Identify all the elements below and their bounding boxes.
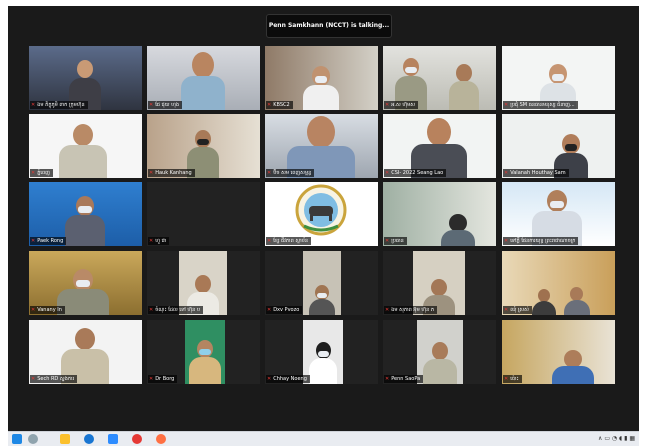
video-tile[interactable]: ✕ ប៊ិច សម ពេញសម្ពន្ធ — [265, 114, 378, 178]
video-tile[interactable]: ✕ ប៉ោះ — [502, 320, 615, 384]
windows-taskbar: ∧ ▭ ◔ ◖ ▮ ▦ — [8, 431, 639, 446]
participant-name: ✕ Valanah Houthay Sam — [503, 169, 569, 177]
muted-mic-icon: ✕ — [267, 238, 272, 244]
muted-mic-icon: ✕ — [267, 102, 272, 108]
video-tile[interactable]: ✕ Sech RD ស្នងការ — [29, 320, 142, 384]
participant-name: ✕ ឈុំ ស្រស់ — [503, 306, 532, 314]
participant-name: ✕ ជែ ជុយ ហុង — [148, 101, 183, 109]
participant-name: ✕ Hauk Kanhang — [148, 169, 195, 177]
windows-icon[interactable] — [12, 434, 22, 444]
video-tile[interactable]: ✕ Valanah Houthay Sam — [502, 114, 615, 178]
participant-name: ✕ ខ្សែ ជីវភាព ស្ថាប័ន — [266, 237, 312, 245]
participant-name: ✕ Paek Rong — [30, 237, 67, 245]
video-tile[interactable]: ✕ ភ្នំពេញ — [29, 114, 142, 178]
muted-mic-icon: ✕ — [149, 238, 154, 244]
video-tile[interactable]: ✕ ទៅភ្លឺ ផែនការយុទ្ធ ព្រះរាជាណាចក្រ — [502, 182, 615, 246]
video-tile[interactable]: ✕ ចំណុះ ដែល ទៅ ហ៊ុន ប — [147, 251, 260, 315]
explorer-icon[interactable] — [60, 434, 70, 444]
video-tile[interactable]: ✕ Hauk Kanhang — [147, 114, 260, 178]
video-tile[interactable]: ✕ ប្រជុំ SM ធនធានមនុស្ស ជំនាញ... — [502, 46, 615, 110]
muted-mic-icon: ✕ — [31, 376, 36, 382]
participant-name: ✕ ហួ ជា — [148, 237, 170, 245]
muted-mic-icon: ✕ — [149, 170, 154, 176]
video-tile[interactable]: ✕ ខ្សែ ជីវភាព ស្ថាប័ន — [265, 182, 378, 246]
video-tile[interactable]: ✕ អ.ស ហ៊ុមស — [383, 46, 496, 110]
participant-name: ✕ ឯម ភិក្ខុភូមិ ពាក ក្រុមហ៊ុន — [30, 101, 88, 109]
video-tile[interactable]: ✕ ជែ ជុយ ហុង — [147, 46, 260, 110]
video-tile[interactable]: ✕ ឈុំ ស្រស់ — [502, 251, 615, 315]
video-tile[interactable]: ✕ Paek Rong — [29, 182, 142, 246]
participant-name: ✕ ឯម សុភាព អ៊ុម ហ៊ុន ភ — [384, 306, 438, 314]
muted-mic-icon: ✕ — [267, 376, 272, 382]
video-tile[interactable]: ✕ Chhay Noeng — [265, 320, 378, 384]
muted-mic-icon: ✕ — [149, 376, 154, 382]
participant-name: ✕ CSI- 2022 Seang Lao — [384, 169, 447, 177]
video-tile[interactable]: ✕ Penn SaoPa — [383, 320, 496, 384]
video-tile[interactable]: ✕ Dr Borg — [147, 320, 260, 384]
muted-mic-icon: ✕ — [385, 238, 390, 244]
muted-mic-icon: ✕ — [504, 376, 509, 382]
zoom-gallery-window: Penn Samkhann (NCCT) is talking... ✕ ឯម ភ… — [8, 6, 639, 431]
participant-name: ✕ KBSC2 — [266, 101, 293, 109]
video-tile[interactable]: ✕ Dxv Pvozo — [265, 251, 378, 315]
participant-name: ✕ Sech RD ស្នងការ — [30, 375, 78, 383]
participant-name: ✕ ប៉ោះ — [503, 375, 522, 383]
participant-name: ✕ ភ្នំពេញ — [30, 169, 53, 177]
zoom-icon[interactable] — [108, 434, 118, 444]
muted-mic-icon: ✕ — [385, 170, 390, 176]
participant-name: ✕ Dxv Pvozo — [266, 306, 303, 314]
muted-mic-icon: ✕ — [149, 102, 154, 108]
participant-name: ✕ Chhay Noeng — [266, 375, 310, 383]
muted-mic-icon: ✕ — [267, 170, 272, 176]
muted-mic-icon: ✕ — [31, 307, 36, 313]
system-tray[interactable]: ∧ ▭ ◔ ◖ ▮ ▦ — [598, 434, 635, 444]
participant-name: ✕ Vanany In — [30, 306, 65, 314]
video-tile[interactable]: ✕ ឯម ភិក្ខុភូមិ ពាក ក្រុមហ៊ុន — [29, 46, 142, 110]
muted-mic-icon: ✕ — [385, 102, 390, 108]
muted-mic-icon: ✕ — [31, 102, 36, 108]
edge-icon[interactable] — [84, 434, 94, 444]
muted-mic-icon: ✕ — [31, 170, 36, 176]
participant-name: ✕ ប្រជុំ SM ធនធានមនុស្ស ជំនាញ... — [503, 101, 578, 109]
video-tile[interactable]: ✕ CSI- 2022 Seang Lao — [383, 114, 496, 178]
muted-mic-icon: ✕ — [504, 238, 509, 244]
active-speaker-banner: Penn Samkhann (NCCT) is talking... — [266, 14, 392, 38]
muted-mic-icon: ✕ — [385, 376, 390, 382]
video-tile[interactable]: ✕ ឯម សុភាព អ៊ុម ហ៊ុន ភ — [383, 251, 496, 315]
participant-name: ✕ Penn SaoPa — [384, 375, 424, 383]
participant-name: ✕ ប៊ិច សម ពេញសម្ពន្ធ — [266, 169, 315, 177]
video-tile[interactable]: ✕ ហួ ជា — [147, 182, 260, 246]
search-icon[interactable] — [28, 434, 38, 444]
muted-mic-icon: ✕ — [267, 307, 272, 313]
video-tile[interactable]: ✕ Vanany In — [29, 251, 142, 315]
chrome-icon[interactable] — [132, 434, 142, 444]
video-tile[interactable]: ✕ KBSC2 — [265, 46, 378, 110]
muted-mic-icon: ✕ — [504, 307, 509, 313]
app-icon[interactable] — [156, 434, 166, 444]
participant-name: ✕ ប្រធាន — [384, 237, 407, 245]
video-tile[interactable]: ✕ ប្រធាន — [383, 182, 496, 246]
participant-name: ✕ ទៅភ្លឺ ផែនការយុទ្ធ ព្រះរាជាណាចក្រ — [503, 237, 579, 245]
muted-mic-icon: ✕ — [385, 307, 390, 313]
muted-mic-icon: ✕ — [149, 307, 154, 313]
participant-name: ✕ Dr Borg — [148, 375, 178, 383]
muted-mic-icon: ✕ — [504, 170, 509, 176]
muted-mic-icon: ✕ — [31, 238, 36, 244]
participant-name: ✕ អ.ស ហ៊ុមស — [384, 101, 419, 109]
participant-name: ✕ ចំណុះ ដែល ទៅ ហ៊ុន ប — [148, 306, 204, 314]
muted-mic-icon: ✕ — [504, 102, 509, 108]
